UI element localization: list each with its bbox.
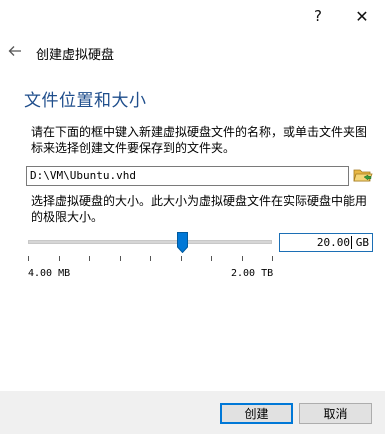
arrow-left-icon	[8, 46, 21, 56]
cancel-button[interactable]: 取消	[299, 403, 372, 424]
choose-folder-button[interactable]	[352, 164, 374, 186]
section-title: 文件位置和大小	[24, 91, 147, 111]
file-path-input[interactable]: D:\VM\Ubuntu.vhd	[26, 166, 349, 186]
size-slider-track[interactable]	[28, 240, 272, 244]
size-value: 20.00	[316, 236, 350, 249]
text-caret	[351, 236, 352, 249]
dialog-title: 创建虚拟硬盘	[36, 48, 115, 63]
size-unit: GB	[355, 236, 369, 249]
folder-open-icon	[353, 169, 373, 182]
close-button[interactable]: ✕	[340, 0, 384, 32]
wizard-header: 创建虚拟硬盘	[0, 38, 385, 66]
size-input[interactable]: 20.00 GB	[279, 233, 373, 252]
size-slider-thumb[interactable]	[177, 232, 188, 254]
title-bar: ? ✕	[0, 0, 385, 32]
slider-ticks	[28, 256, 273, 262]
max-size-label: 2.00 TB	[231, 268, 274, 279]
location-description: 请在下面的框中键入新建虚拟硬盘文件的名称，或单击文件夹图标来选择创建文件要保存到…	[31, 125, 368, 155]
help-button[interactable]: ?	[296, 0, 340, 32]
size-description: 选择虚拟硬盘的大小。此大小为虚拟硬盘文件在实际硬盘中能用的极限大小。	[31, 194, 368, 224]
back-button[interactable]	[5, 41, 25, 61]
create-button[interactable]: 创建	[220, 403, 293, 424]
min-size-label: 4.00 MB	[28, 268, 71, 279]
